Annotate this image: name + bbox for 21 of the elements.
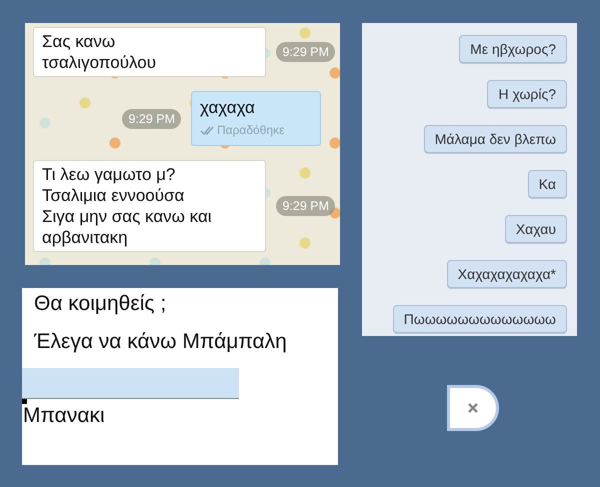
message-time: 9:29 PM [276,42,335,62]
message-bubble: Η χωρίς? [487,80,567,108]
text-cursor [22,399,27,404]
close-icon [467,402,479,414]
message-bubble: Χαχαχαχαχαχα* [446,260,567,288]
message-bubble: Μάλαμα δεν βλεπω [424,125,567,153]
message-time: 9:29 PM [122,108,181,128]
message-bubble: Κα [528,170,567,198]
message-text: χαχαχα [200,97,256,118]
delivery-status: Παραδόθηκε [217,122,284,139]
note-text: Έλεγα να κάνω Μπάμπαλη [32,330,288,354]
message-bubble: Χαχαυ [504,215,567,243]
note-text: Θα κοιμηθείς ; [33,292,168,316]
double-check-icon [200,126,214,135]
message-bubble: Τι λεω γαμωτο μ? Τσαλιμια εννοούσα Σιγα μην σας κανω και αρβανιτακη [33,160,266,252]
note-text: Μπανακι [22,404,106,428]
message-bubble: Πωωωωωωωωωωωωω [392,305,567,333]
message-time: 9:29 PM [276,196,335,216]
close-button[interactable] [447,385,499,431]
message-bubble: Σας κανω τσαλιγοπούλου [33,27,266,77]
message-bubble: Με ηβχωρος? [459,35,567,63]
